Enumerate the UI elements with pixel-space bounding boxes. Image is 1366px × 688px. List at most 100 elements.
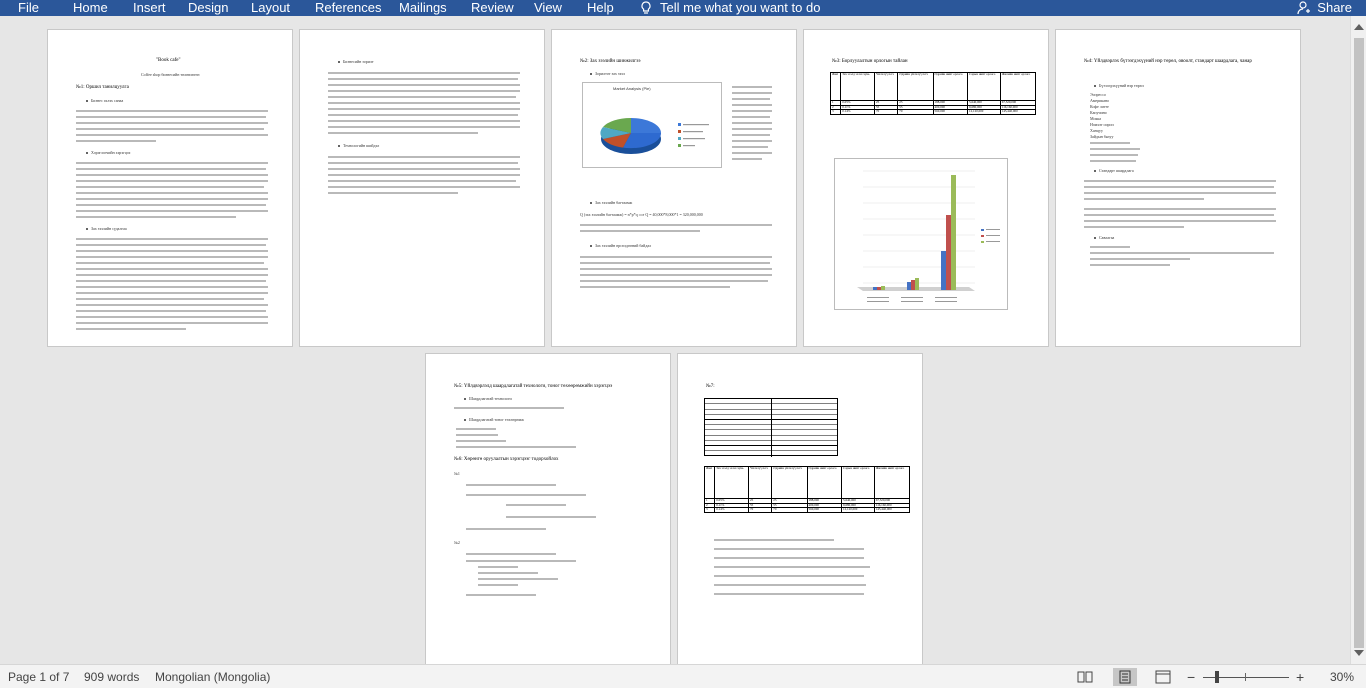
share-label: Share	[1317, 0, 1352, 15]
bullet	[464, 419, 466, 421]
table-header: Өдрийн нийт орлого	[932, 72, 969, 101]
document-page-7[interactable]: №7: Жил Зах зээлд эзлэх хувь Үйлчлүүлэгч…	[677, 353, 923, 664]
tab-view[interactable]: View	[534, 0, 562, 16]
table-row: 3 0.14% 70 70 560,000 12,120,000 145,440,000	[703, 507, 911, 513]
page3-formula: Q (зах зээлийн багтаамж) = n*p*q ⟹ Q = 4…	[580, 212, 703, 217]
list-item: Нэмэлт сироп	[1090, 122, 1114, 127]
page1-bullet-2: Хэрэглэгчийн хэрэгцээ	[91, 150, 131, 155]
zoom-slider-thumb[interactable]	[1215, 671, 1219, 683]
lightbulb-icon	[641, 1, 651, 14]
page6-bullet-1: Шаардлагатай технологи	[469, 396, 512, 401]
page3-bullet-3: Зах зээлийн өрсөлдөөний байдал	[595, 243, 652, 248]
table-header: Зах зээлд эзлэх хувь	[840, 72, 875, 101]
file-menu[interactable]: File	[18, 0, 39, 16]
bullet	[86, 100, 88, 102]
page5-sub-3: Савлагаа	[1099, 235, 1115, 240]
page1-bullet-3: Зах зээлийн судалгаа	[91, 226, 127, 231]
tell-me-label: Tell me what you want to do	[660, 0, 821, 15]
list-item: Эспрессо	[1090, 92, 1106, 97]
person-icon	[1297, 1, 1311, 15]
bar-chart	[834, 158, 1008, 310]
tab-home[interactable]: Home	[73, 0, 108, 16]
document-canvas[interactable]: "Book cafe" Coffee shop бизнесийн төлөвл…	[0, 16, 1350, 664]
page-count[interactable]: Page 1 of 7	[8, 665, 69, 688]
bar-chart-graphic	[857, 170, 1000, 302]
list-item: Капучино	[1090, 110, 1107, 115]
document-page-6[interactable]: №5: Үйлдвэрлэлд шаардлагатай технологи, …	[425, 353, 671, 664]
table-header: Өдрийн үйлчлүүлэгч	[771, 466, 808, 499]
bullet	[590, 73, 592, 75]
table-header: Жил	[829, 72, 842, 101]
word-count[interactable]: 909 words	[84, 665, 139, 688]
zoom-level[interactable]: 30%	[1330, 665, 1354, 688]
page1-title: "Book cafe"	[156, 58, 181, 63]
tab-references[interactable]: References	[315, 0, 381, 16]
tell-me-search[interactable]: Tell me what you want to do	[640, 0, 820, 16]
scroll-up-icon[interactable]	[1354, 24, 1364, 30]
scrollbar-thumb[interactable]	[1354, 38, 1364, 648]
pie-chart-title: Market Analysis (Pie)	[613, 86, 651, 91]
table-header: Жилийн нийт орлого	[999, 72, 1037, 101]
list-item: Американо	[1090, 98, 1110, 103]
page7-section-heading: №7:	[706, 384, 715, 389]
ribbon-menu: File Home Insert Design Layout Reference…	[0, 0, 1366, 16]
list-item: Зайдын бялуу	[1090, 134, 1114, 139]
page5-sub-1: Бүтээгдэхүүний нэр төрөл	[1099, 83, 1144, 88]
page1-subtitle: Coffee shop бизнесийн төлөвлөгөө	[141, 72, 200, 77]
page3-bullet-1: Зорилтот зах зээл	[595, 71, 625, 76]
document-page-4[interactable]: №3: Борлуулалтын орлогын тайлан Жил Зах …	[803, 29, 1049, 347]
page6-subheading-2: №2	[454, 540, 460, 545]
zoom-in-button[interactable]: +	[1296, 665, 1304, 688]
page1-section-heading: №1: Оршил танилцуулга	[76, 85, 129, 90]
language-indicator[interactable]: Mongolian (Mongolia)	[155, 665, 270, 688]
read-mode-button[interactable]	[1073, 668, 1097, 686]
tab-help[interactable]: Help	[587, 0, 614, 16]
pie-chart: Market Analysis (Pie)	[582, 82, 722, 168]
bullet	[338, 145, 340, 147]
table-header: Зах зээлд эзлэх хувь	[714, 466, 749, 499]
bullet	[590, 202, 592, 204]
bullet	[338, 61, 340, 63]
bullet	[1094, 170, 1096, 172]
table-header: Үйлчлүүлэгч	[873, 72, 899, 101]
document-page-2[interactable]: Бизнесийн зорилт Технологийн шийдэл	[299, 29, 545, 347]
list-item: Мокка	[1090, 116, 1102, 121]
page6-subheading-1: №1	[454, 471, 460, 476]
page3-section-heading: №2: Зах зээлийн шинжилгээ	[580, 59, 641, 64]
scroll-down-icon[interactable]	[1354, 650, 1364, 656]
table-row: 3 0.14% 70 70 560,000 12,120,000 145,440,000	[829, 109, 1037, 115]
document-page-3[interactable]: №2: Зах зээлийн шинжилгээ Зорилтот зах з…	[551, 29, 797, 347]
table-header: Үйлчлүүлэгч	[747, 466, 773, 499]
table-header: Жил	[703, 466, 716, 499]
page6-bullet-2: Шаардлагатай тоног төхөөрөмж	[469, 417, 524, 422]
tab-layout[interactable]: Layout	[251, 0, 290, 16]
tab-mailings[interactable]: Mailings	[399, 0, 447, 16]
table-header: Өдрийн нийт орлого	[806, 466, 843, 499]
web-layout-button[interactable]	[1151, 668, 1175, 686]
table-header: Сарын нийт орлого	[841, 466, 875, 499]
page2-bullet-1: Бизнесийн зорилт	[343, 59, 374, 64]
revenue-table-copy: Жил Зах зээлд эзлэх хувь Үйлчлүүлэгч Өдр…	[703, 466, 911, 513]
bullet	[590, 245, 592, 247]
bullet	[1094, 237, 1096, 239]
tab-design[interactable]: Design	[188, 0, 228, 16]
page4-section-heading: №3: Борлуулалтын орлогын тайлан	[832, 59, 908, 64]
tab-insert[interactable]: Insert	[133, 0, 166, 16]
page6-section-heading: №5: Үйлдвэрлэлд шаардлагатай технологи, …	[454, 384, 613, 389]
bullet	[86, 152, 88, 154]
page5-section-heading: №4: Үйлдвэрлэх бүтээгдэхүүний нэр төрөл,…	[1084, 59, 1252, 64]
document-page-5[interactable]: №4: Үйлдвэрлэх бүтээгдэхүүний нэр төрөл,…	[1055, 29, 1301, 347]
page3-bullet-2: Зах зээлийн багтаамж	[595, 200, 633, 205]
share-button[interactable]: Share	[1297, 0, 1352, 16]
cost-table	[704, 398, 838, 457]
page2-bullet-2: Технологийн шийдэл	[343, 143, 380, 148]
zoom-out-button[interactable]: −	[1187, 665, 1195, 688]
document-page-1[interactable]: "Book cafe" Coffee shop бизнесийн төлөвл…	[47, 29, 293, 347]
bullet	[464, 398, 466, 400]
page6-section-heading-2: №6: Хөрөнгө оруулалтын хэрэгцээг тодорхо…	[454, 457, 559, 462]
table-header: Сарын нийт орлого	[967, 72, 1001, 101]
tab-review[interactable]: Review	[471, 0, 514, 16]
print-layout-button[interactable]	[1113, 668, 1137, 686]
vertical-scrollbar[interactable]	[1350, 16, 1366, 664]
zoom-slider-tick	[1245, 673, 1246, 681]
